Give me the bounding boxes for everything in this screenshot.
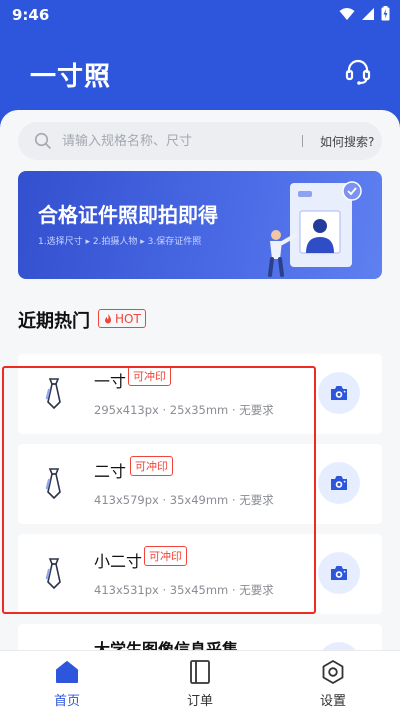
- page-title: 一寸照: [30, 62, 112, 92]
- tie-icon: [45, 378, 61, 410]
- banner-title: 合格证件照即拍即得: [38, 203, 218, 227]
- content-sheet: 如何搜索? 合格证件照即拍即得 1.选择尺寸 ▸ 2.拍摄人物 ▸ 3.保存证件…: [0, 110, 400, 650]
- printable-tag: 可冲印: [130, 456, 173, 476]
- orders-icon: [190, 660, 210, 684]
- signal-icon: [362, 7, 374, 20]
- promo-banner[interactable]: 合格证件照即拍即得 1.选择尺寸 ▸ 2.拍摄人物 ▸ 3.保存证件照: [18, 171, 382, 279]
- camera-button[interactable]: [318, 462, 360, 504]
- id-photo-illustration: [268, 181, 362, 277]
- hot-badge: HOT: [98, 309, 146, 328]
- status-bar: 9:46: [0, 0, 400, 30]
- camera-button[interactable]: [318, 642, 360, 650]
- spec-name: 一寸: [94, 372, 127, 391]
- spec-card-2[interactable]: 二寸 可冲印 413x579px · 35x49mm · 无要求: [18, 444, 382, 524]
- spec-name: 大学生图像信息采集: [94, 640, 239, 650]
- search-input[interactable]: [62, 122, 282, 160]
- status-icons: [339, 6, 390, 21]
- status-time: 9:46: [12, 6, 50, 24]
- search-icon: [34, 132, 51, 149]
- spec-name: 二寸: [94, 462, 127, 481]
- settings-icon: [322, 660, 344, 684]
- tie-icon: [45, 558, 61, 590]
- banner-steps: 1.选择尺寸 ▸ 2.拍摄人物 ▸ 3.保存证件照: [38, 237, 202, 247]
- spec-details: 413x579px · 35x49mm · 无要求: [94, 493, 274, 507]
- camera-button[interactable]: [318, 372, 360, 414]
- camera-icon: [331, 476, 347, 490]
- search-bar[interactable]: 如何搜索?: [18, 122, 382, 160]
- flame-icon: [105, 313, 111, 323]
- printable-tag: 可冲印: [128, 366, 171, 386]
- wifi-icon: [339, 7, 355, 20]
- spec-card-3[interactable]: 小二寸 可冲印 413x531px · 35x45mm · 无要求: [18, 534, 382, 614]
- battery-icon: [381, 6, 390, 21]
- spec-details: 413x531px · 35x45mm · 无要求: [94, 583, 274, 597]
- tab-label: 订单: [186, 694, 213, 709]
- section-title: 近期热门: [18, 311, 90, 332]
- camera-button[interactable]: [318, 552, 360, 594]
- spec-details: 295x413px · 25x35mm · 无要求: [94, 403, 274, 417]
- hot-label: HOT: [115, 311, 141, 326]
- tie-icon: [45, 468, 61, 500]
- customer-service-button[interactable]: [342, 56, 374, 88]
- tab-settings[interactable]: 设置: [293, 657, 373, 709]
- spec-card-4[interactable]: 大学生图像信息采集: [18, 624, 382, 650]
- headset-icon: [345, 59, 371, 85]
- search-help-link[interactable]: 如何搜索?: [320, 133, 374, 150]
- camera-icon: [331, 386, 347, 400]
- bottom-tab-bar: 首页 订单 设置: [0, 650, 400, 711]
- home-icon: [56, 661, 78, 683]
- search-divider: [302, 135, 303, 147]
- spec-name: 小二寸: [94, 552, 143, 571]
- camera-icon: [331, 566, 347, 580]
- tab-label: 首页: [53, 694, 80, 709]
- printable-tag: 可冲印: [144, 546, 187, 566]
- spec-card-1[interactable]: 一寸 可冲印 295x413px · 25x35mm · 无要求: [18, 354, 382, 434]
- tab-home[interactable]: 首页: [27, 657, 107, 709]
- tab-orders[interactable]: 订单: [160, 657, 240, 709]
- tab-label: 设置: [319, 694, 346, 709]
